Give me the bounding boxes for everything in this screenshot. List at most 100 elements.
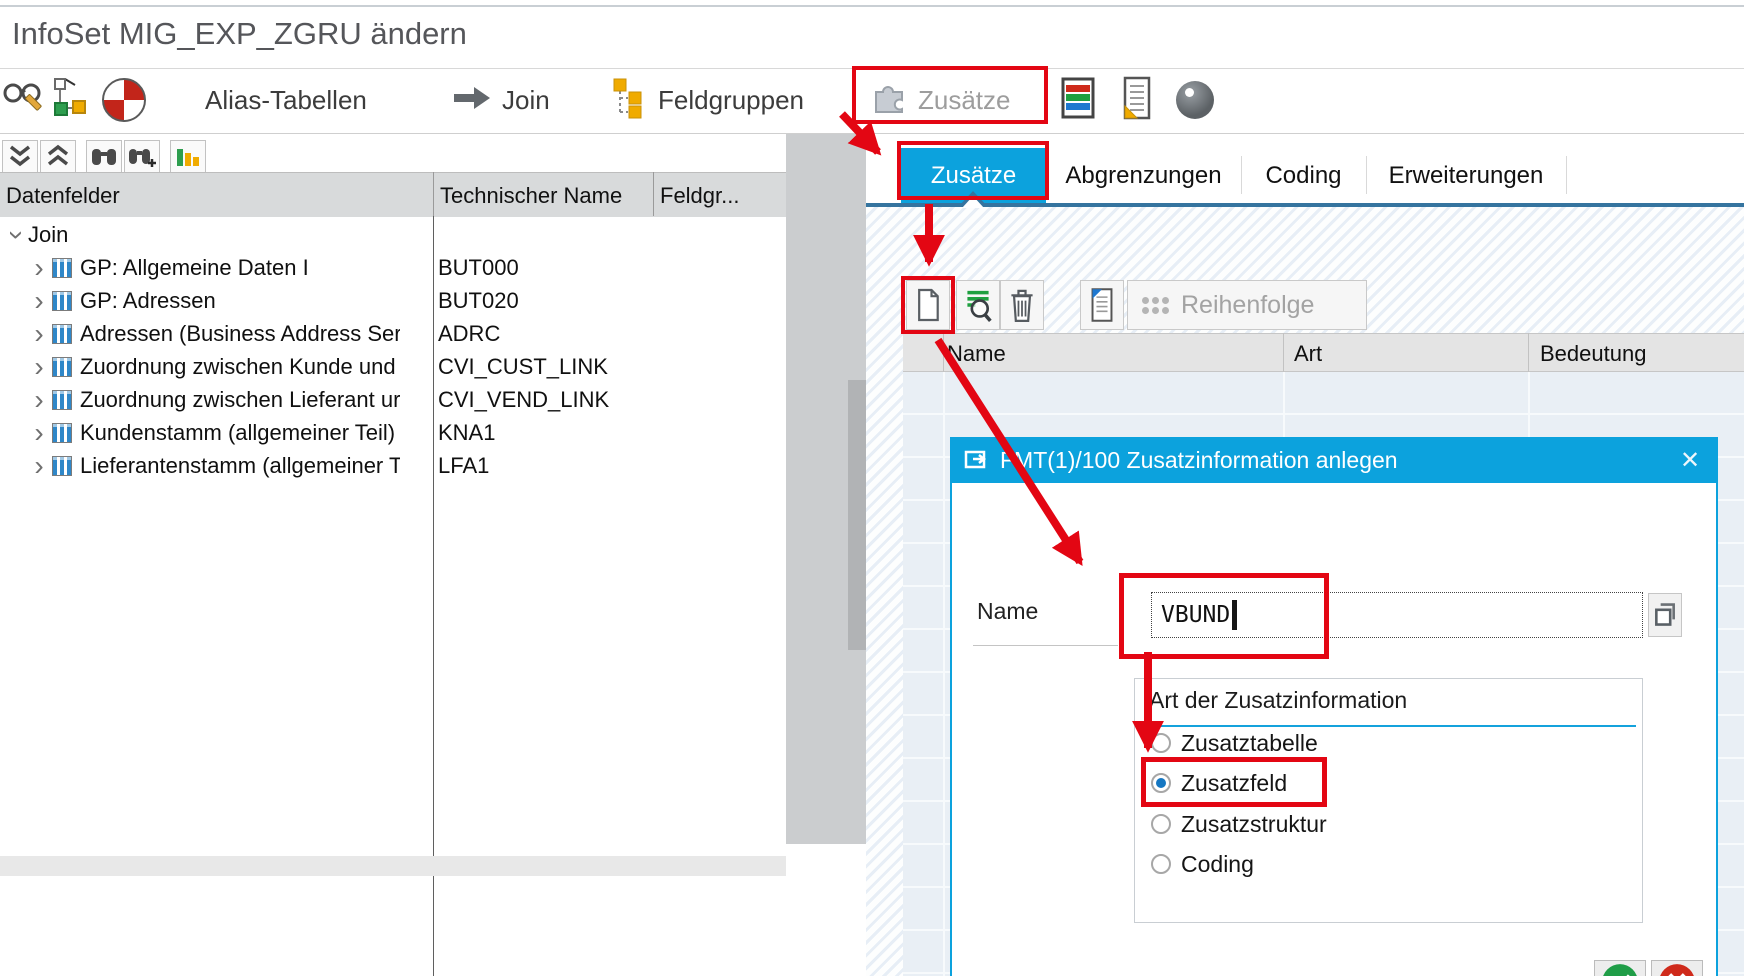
tree-header: Datenfelder Technischer Name Feldgr... (0, 172, 786, 217)
chevron-right-icon[interactable]: › (28, 456, 50, 476)
tab-separator (1566, 156, 1567, 194)
layout-button[interactable] (170, 140, 206, 174)
table-header-art[interactable]: Art (1294, 341, 1322, 367)
cancel-button[interactable] (1651, 960, 1703, 976)
vertical-scrollbar-thumb[interactable] (848, 380, 866, 650)
find-next-button[interactable] (124, 140, 160, 174)
tree-item-label: Zuordnung zwischen Lieferant ur (80, 387, 400, 413)
double-chevron-up-icon (43, 144, 73, 170)
tree-row[interactable]: › Kundenstamm (allgemeiner Teil) KNA1 (0, 416, 786, 449)
infoset-structure-button[interactable] (50, 72, 90, 128)
multiple-selection-button[interactable] (1648, 593, 1682, 637)
glasses-pencil-icon (2, 78, 46, 123)
table-icon (52, 456, 72, 476)
tree-item-label: Zuordnung zwischen Kunde und ( (80, 354, 400, 380)
chevron-right-icon[interactable]: › (28, 390, 50, 410)
annotation-box-zusaetze-button (852, 66, 1048, 124)
display-change-button[interactable] (2, 72, 46, 128)
feldgruppen-label: Feldgruppen (658, 85, 804, 116)
header-divider (1283, 333, 1284, 372)
radio-icon[interactable] (1151, 854, 1171, 874)
collapse-all-button[interactable] (2, 140, 38, 174)
tree-item-tech: BUT020 (438, 288, 519, 314)
binoculars-icon (89, 144, 119, 170)
radio-icon[interactable] (1151, 733, 1171, 753)
chevron-down-icon[interactable]: › (7, 224, 27, 246)
chevron-right-icon[interactable]: › (28, 291, 50, 311)
radio-zusatzstruktur[interactable]: Zusatzstruktur (1151, 809, 1327, 839)
tab-coding[interactable]: Coding (1241, 148, 1366, 203)
radio-coding[interactable]: Coding (1151, 849, 1254, 879)
chevron-right-icon[interactable]: › (28, 324, 50, 344)
stripes-icon (1060, 76, 1096, 125)
divider (0, 133, 1744, 134)
tree-root-label: Join (28, 222, 68, 248)
tree-item-tech: KNA1 (438, 420, 495, 446)
dialog-titlebar[interactable]: FMT(1)/100 Zusatzinformation anlegen (950, 437, 1718, 483)
log-button[interactable] (1080, 280, 1124, 330)
radio-label: Zusatzstruktur (1181, 811, 1327, 838)
table-header-name[interactable]: Name (947, 341, 1006, 367)
sap-infoset-window: InfoSet MIG_EXP_ZGRU ändern Alias-Tabell… (0, 0, 1744, 976)
table-icon (52, 291, 72, 311)
radio-label: Zusatztabelle (1181, 730, 1318, 757)
annotation-box-zusaetze-tab (897, 141, 1049, 200)
continue-button[interactable] (1594, 960, 1646, 976)
radio-label: Coding (1181, 851, 1254, 878)
sphere-button[interactable] (1176, 72, 1214, 128)
chevron-right-icon[interactable]: › (28, 423, 50, 443)
tree-item-tech: ADRC (438, 321, 500, 347)
reihenfolge-button[interactable]: Reihenfolge (1127, 280, 1367, 330)
column-divider[interactable] (653, 172, 654, 216)
green-check-icon (1599, 961, 1641, 976)
report-button[interactable] (1118, 72, 1156, 128)
label-underline (973, 645, 1118, 646)
tree-row[interactable]: › Zuordnung zwischen Kunde und ( CVI_CUS… (0, 350, 786, 383)
chevron-right-icon[interactable]: › (28, 357, 50, 377)
groupbox-underline (1141, 725, 1636, 727)
horizontal-scrollbar[interactable] (0, 856, 786, 876)
tree-node-join[interactable]: › Join (0, 218, 786, 251)
double-chevron-down-icon (5, 144, 35, 170)
expand-all-button[interactable] (40, 140, 76, 174)
radio-zusatztabelle[interactable]: Zusatztabelle (1151, 728, 1318, 758)
find-button[interactable] (86, 140, 122, 174)
radio-icon[interactable] (1151, 814, 1171, 834)
column-header-feldgruppe[interactable]: Feldgr... (660, 183, 739, 209)
tab-erweiterungen[interactable]: Erweiterungen (1366, 148, 1566, 203)
table-icon (52, 324, 72, 344)
tab-underline (866, 203, 1744, 207)
close-icon[interactable]: ✕ (1672, 443, 1708, 477)
color-legend-button[interactable] (1060, 72, 1096, 128)
page-title: InfoSet MIG_EXP_ZGRU ändern (12, 16, 467, 52)
tree-item-tech: LFA1 (438, 453, 489, 479)
window-top-border (0, 5, 1744, 7)
tab-separator (1241, 156, 1242, 194)
tree-row[interactable]: › GP: Allgemeine Daten I BUT000 (0, 251, 786, 284)
display-button[interactable] (956, 280, 1000, 330)
join-button[interactable]: Join (452, 72, 550, 128)
pie-chart-button[interactable] (102, 72, 146, 128)
tree-row[interactable]: › Adressen (Business Address Serv ADRC (0, 317, 786, 350)
tab-label: Abgrenzungen (1065, 162, 1221, 190)
delete-button[interactable] (1000, 280, 1044, 330)
table-icon (52, 423, 72, 443)
tree-row[interactable]: › Zuordnung zwischen Lieferant ur CVI_VE… (0, 383, 786, 416)
document-icon (1118, 75, 1156, 126)
bar-chart-icon (173, 144, 203, 170)
feldgruppen-button[interactable]: Feldgruppen (612, 72, 804, 128)
tree-row[interactable]: › GP: Adressen BUT020 (0, 284, 786, 317)
tab-abgrenzungen[interactable]: Abgrenzungen (1046, 148, 1241, 203)
column-divider[interactable] (433, 172, 434, 216)
structure-icon (50, 76, 90, 125)
tree-item-label: GP: Adressen (80, 288, 216, 314)
alias-tabellen-button[interactable]: Alias-Tabellen (205, 72, 367, 128)
column-header-technischer-name[interactable]: Technischer Name (440, 183, 622, 209)
tree-row[interactable]: › Lieferantenstamm (allgemeiner T LFA1 (0, 449, 786, 482)
tree-item-label: Lieferantenstamm (allgemeiner T (80, 453, 400, 479)
chevron-right-icon[interactable]: › (28, 258, 50, 278)
feldgruppen-icon (612, 77, 648, 124)
groupbox-title: Art der Zusatzinformation (1149, 687, 1407, 714)
table-header-bedeutung[interactable]: Bedeutung (1540, 341, 1646, 367)
column-header-datenfelder[interactable]: Datenfelder (6, 183, 120, 209)
